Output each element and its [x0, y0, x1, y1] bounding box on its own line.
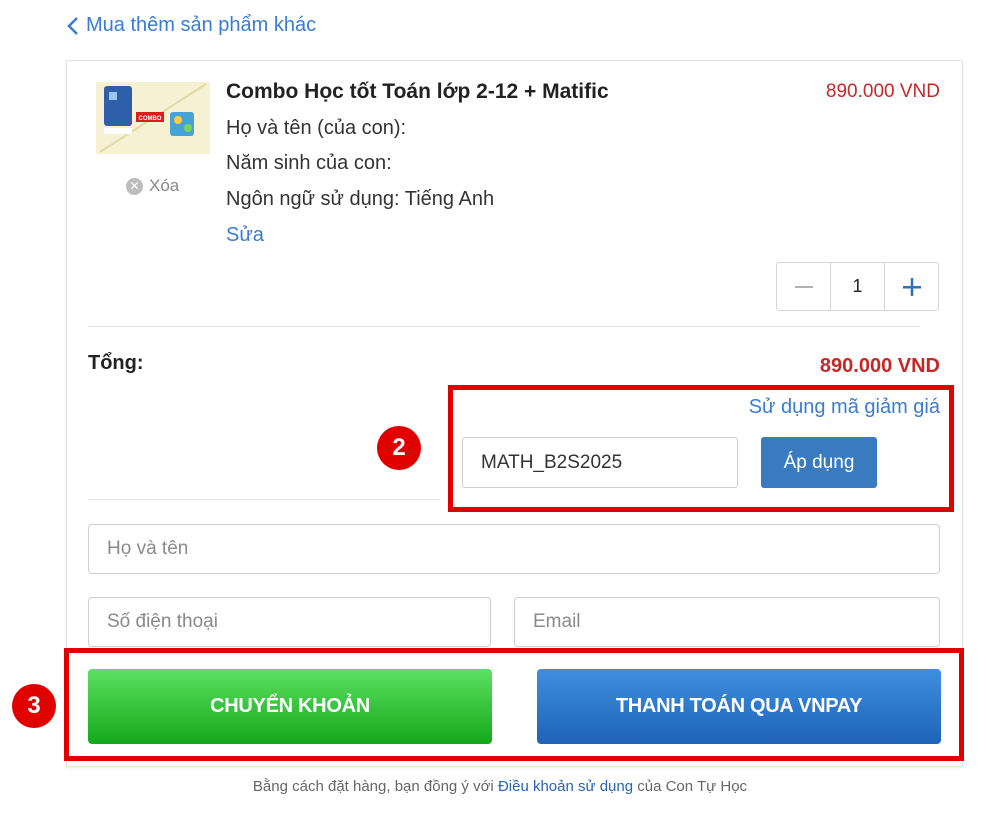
bank-transfer-button[interactable]: CHUYỂN KHOẢN — [88, 669, 492, 744]
terms-suffix: của Con Tự Học — [633, 778, 748, 795]
back-link[interactable]: Mua thêm sản phẩm khác — [66, 14, 316, 37]
vnpay-button[interactable]: THANH TOÁN QUA VNPAY — [537, 669, 941, 744]
increase-button[interactable] — [885, 263, 938, 310]
product-price: 890.000 VND — [825, 81, 940, 102]
plus-icon — [902, 277, 921, 296]
decrease-button[interactable] — [777, 263, 830, 310]
close-circle-icon: ✕ — [126, 177, 143, 195]
email-input[interactable] — [514, 597, 940, 647]
phone-input[interactable] — [88, 597, 491, 647]
remove-label: Xóa — [149, 176, 180, 195]
step-badge-2: 2 — [377, 426, 421, 470]
apply-coupon-button[interactable]: Áp dụng — [761, 437, 877, 488]
total-value: 890.000 VND — [819, 355, 940, 377]
fullname-input[interactable] — [88, 524, 940, 574]
minus-icon — [794, 285, 813, 288]
quantity-stepper: 1 — [776, 262, 939, 311]
coupon-input[interactable] — [462, 437, 738, 488]
birth-year-label: Năm sinh của con: — [226, 152, 392, 174]
chevron-left-icon — [67, 16, 78, 35]
use-coupon-link[interactable]: Sử dụng mã giảm giá — [749, 396, 940, 419]
language-label: Ngôn ngữ sử dụng: Tiếng Anh — [226, 188, 495, 210]
remove-item-button[interactable]: ✕ Xóa — [126, 176, 179, 196]
step-badge-3: 3 — [12, 684, 56, 728]
thumbnail-badge: COMBO — [139, 116, 162, 122]
total-label: Tổng: — [88, 352, 144, 374]
quantity-value[interactable]: 1 — [830, 263, 885, 310]
terms-prefix: Bằng cách đặt hàng, bạn đồng ý với — [252, 778, 498, 795]
terms-link[interactable]: Điều khoản sử dụng — [498, 778, 633, 795]
divider — [88, 326, 920, 327]
back-link-label: Mua thêm sản phẩm khác — [86, 14, 317, 36]
edit-link[interactable]: Sửa — [226, 224, 264, 247]
product-thumbnail: COMBO — [96, 82, 210, 154]
child-name-label: Họ và tên (của con): — [226, 117, 407, 139]
divider — [88, 499, 440, 500]
terms-notice: Bằng cách đặt hàng, bạn đồng ý với Điều … — [0, 778, 1000, 795]
product-name: Combo Học tốt Toán lớp 2-12 + Matific — [226, 80, 609, 103]
